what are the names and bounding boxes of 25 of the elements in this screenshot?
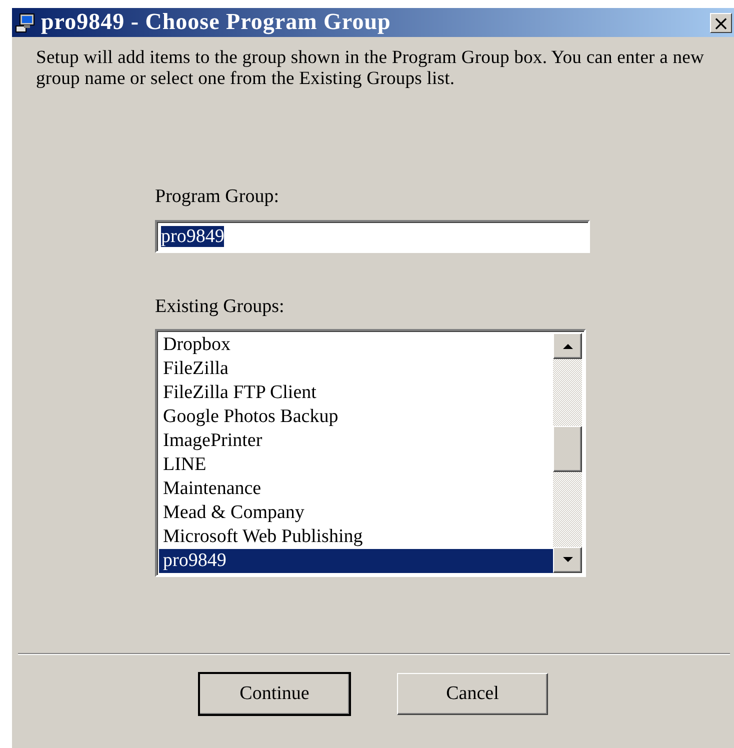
scroll-down-button[interactable] bbox=[553, 547, 582, 573]
list-item[interactable]: Microsoft Web Publishing bbox=[159, 525, 553, 549]
list-label: Existing Groups: bbox=[155, 294, 286, 318]
computer-icon bbox=[15, 12, 37, 32]
close-button[interactable]: × bbox=[710, 12, 732, 32]
list-item[interactable]: Mead & Company bbox=[159, 501, 553, 525]
input-field[interactable]: pro9849 bbox=[155, 220, 590, 252]
list-item[interactable]: FileZilla bbox=[159, 357, 553, 381]
list-item[interactable]: Maintenance bbox=[159, 477, 553, 501]
continue-button[interactable]: Continue bbox=[199, 673, 350, 715]
cancel-button[interactable]: Cancel bbox=[397, 673, 548, 715]
list-item[interactable]: ImagePrinter bbox=[159, 429, 553, 453]
scrollbar[interactable] bbox=[553, 333, 582, 573]
list-item[interactable]: FileZilla FTP Client bbox=[159, 381, 553, 405]
up-arrow-icon bbox=[562, 343, 572, 349]
down-arrow-icon bbox=[562, 557, 572, 563]
list-item[interactable]: pro9849 bbox=[159, 549, 553, 573]
description-text: Setup will add items to the group shown in the Program Group box. You can enter a new group name or select one from the Existing Groups list. bbox=[35, 46, 705, 89]
list-item[interactable]: Dropbox bbox=[159, 333, 553, 357]
window-title: pro9849 - Choose Program Group bbox=[41, 8, 391, 36]
field-label: Program Group: bbox=[155, 185, 280, 209]
list-item[interactable]: Google Photos Backup bbox=[159, 405, 553, 429]
scroll-thumb[interactable] bbox=[553, 426, 582, 472]
scroll-up-button[interactable] bbox=[553, 333, 582, 359]
list-item[interactable]: LINE bbox=[159, 453, 553, 477]
